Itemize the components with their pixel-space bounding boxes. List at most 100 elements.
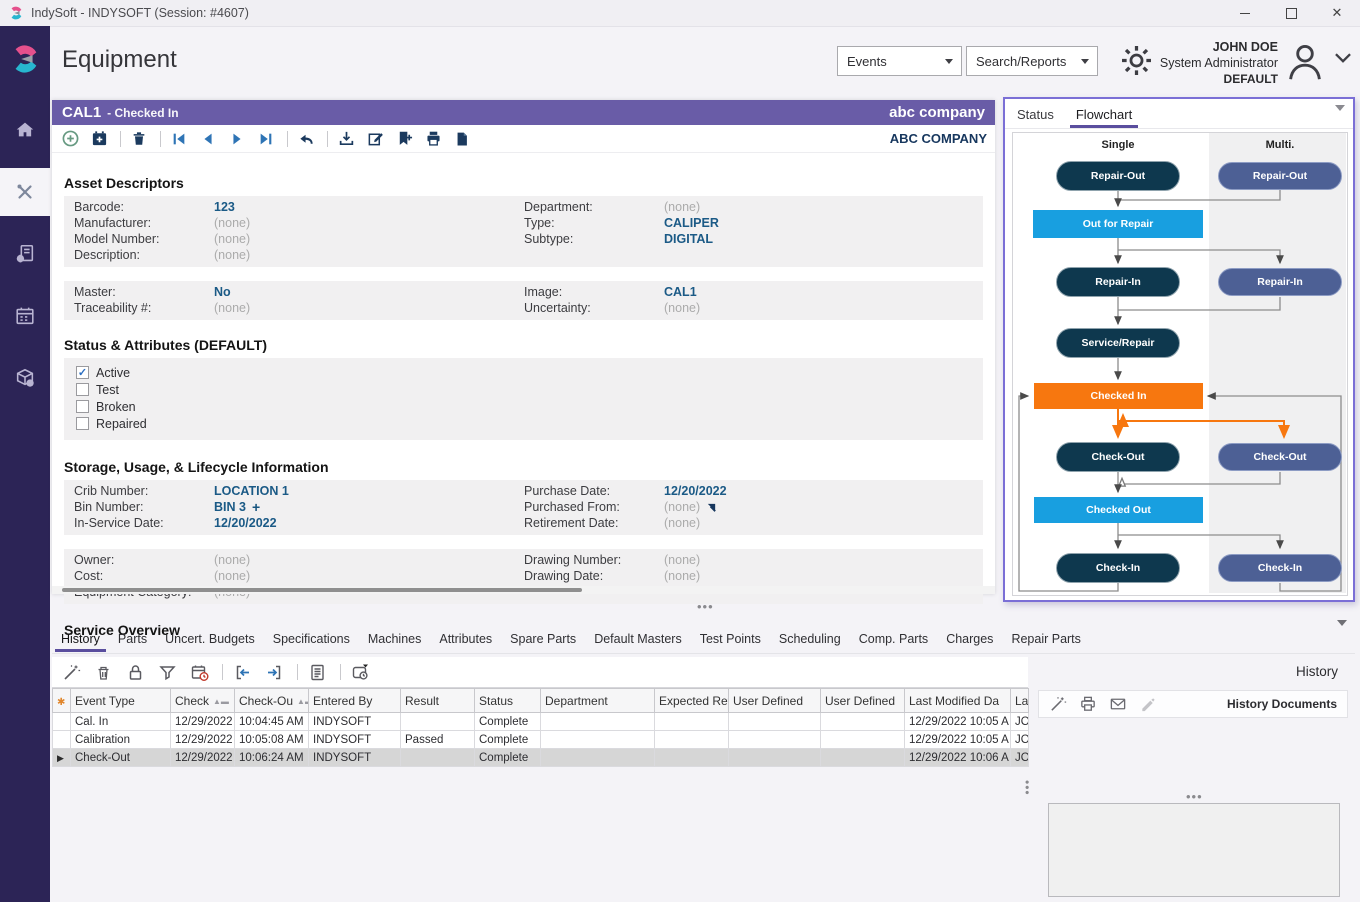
sidebar-item-calendar[interactable] xyxy=(0,292,50,340)
print-button[interactable] xyxy=(423,129,443,149)
calendar-clock-icon[interactable] xyxy=(190,663,209,682)
flow-node-service-repair[interactable]: Service/Repair xyxy=(1056,328,1180,358)
column-header-user-defined[interactable]: User Defined xyxy=(729,689,821,713)
wand-icon[interactable] xyxy=(1049,695,1067,713)
vertical-splitter-handle[interactable]: ••• xyxy=(1025,780,1029,796)
table-cell xyxy=(541,749,655,767)
minimize-button[interactable] xyxy=(1222,0,1268,26)
tab-flowchart[interactable]: Flowchart xyxy=(1076,107,1132,128)
new-document-button[interactable] xyxy=(452,129,472,149)
column-header-entered-by[interactable]: Entered By xyxy=(309,689,401,713)
tab-charges[interactable]: Charges xyxy=(937,630,1002,651)
delete-row-icon[interactable] xyxy=(94,663,113,682)
flow-node-repair-out[interactable]: Repair-Out xyxy=(1056,161,1180,191)
table-row[interactable]: Calibration12/29/202210:05:08 AMINDYSOFT… xyxy=(53,731,1029,749)
table-cell: 12/29/2022 xyxy=(171,731,235,749)
settings-gear-icon[interactable] xyxy=(1118,42,1155,79)
user-info[interactable]: JOHN DOE System Administrator DEFAULT xyxy=(1160,39,1278,87)
tab-attributes[interactable]: Attributes xyxy=(430,630,501,651)
sidebar-item-billing[interactable]: $ xyxy=(0,230,50,278)
column-header-check[interactable]: Check▲▬ xyxy=(171,689,235,713)
schedule-box-icon[interactable] xyxy=(351,663,370,682)
sidebar-item-home[interactable] xyxy=(0,106,50,154)
tab-default-masters[interactable]: Default Masters xyxy=(585,630,691,651)
events-dropdown[interactable]: Events xyxy=(837,46,962,76)
checkbox-test[interactable] xyxy=(76,383,89,396)
horizontal-scrollbar[interactable] xyxy=(52,586,995,594)
wand-icon[interactable] xyxy=(62,663,81,682)
nav-next-button[interactable] xyxy=(227,129,247,149)
column-header-expected-retur[interactable]: Expected Retur xyxy=(655,689,729,713)
checkbox-active[interactable]: ✓ xyxy=(76,366,89,379)
tab-repair-parts[interactable]: Repair Parts xyxy=(1002,630,1089,651)
add-bin-button[interactable]: + xyxy=(252,502,260,512)
tab-spare-parts[interactable]: Spare Parts xyxy=(501,630,585,651)
nav-first-button[interactable] xyxy=(169,129,189,149)
lock-icon[interactable] xyxy=(126,663,145,682)
undo-button[interactable] xyxy=(296,129,316,149)
add-record-button[interactable] xyxy=(60,129,80,149)
import-button[interactable] xyxy=(336,129,356,149)
report-list-icon[interactable] xyxy=(308,663,327,682)
check-out-arrow-icon[interactable] xyxy=(265,663,284,682)
flow-node-checked-out[interactable]: Checked Out xyxy=(1034,497,1203,523)
tab-machines[interactable]: Machines xyxy=(359,630,431,651)
bookmark-add-button[interactable] xyxy=(394,129,414,149)
filter-icon[interactable] xyxy=(158,663,177,682)
print-icon[interactable] xyxy=(1079,695,1097,713)
edit-button[interactable] xyxy=(365,129,385,149)
delete-button[interactable] xyxy=(129,129,149,149)
flow-node-out-for-repair[interactable]: Out for Repair xyxy=(1033,210,1203,238)
bottom-panel-collapse-chevron-icon[interactable] xyxy=(1337,620,1347,626)
flow-node-check-in[interactable]: Check-In xyxy=(1218,554,1342,582)
sidebar-item-equipment[interactable] xyxy=(0,168,50,216)
checkbox-repaired[interactable] xyxy=(76,417,89,430)
tab-specifications[interactable]: Specifications xyxy=(264,630,359,651)
tab-scheduling[interactable]: Scheduling xyxy=(770,630,850,651)
tab-status[interactable]: Status xyxy=(1017,107,1054,128)
field-value: (none) xyxy=(664,301,983,315)
horizontal-splitter-handle[interactable]: ••• xyxy=(697,604,714,610)
flow-node-check-out[interactable]: Check-Out xyxy=(1218,443,1342,471)
column-header-department[interactable]: Department xyxy=(541,689,655,713)
checkbox-broken[interactable] xyxy=(76,400,89,413)
sidebar-item-inventory[interactable]: + xyxy=(0,354,50,402)
scrollbar-thumb[interactable] xyxy=(62,588,582,592)
tab-parts[interactable]: Parts xyxy=(109,630,156,651)
flow-node-repair-in[interactable]: Repair-In xyxy=(1218,268,1342,296)
tab-history[interactable]: History xyxy=(52,630,109,651)
table-row[interactable]: Cal. In12/29/202210:04:45 AMINDYSOFTComp… xyxy=(53,713,1029,731)
column-header-status[interactable]: Status xyxy=(475,689,541,713)
column-header-user-defined[interactable]: User Defined xyxy=(821,689,905,713)
column-header-la[interactable]: La xyxy=(1011,689,1029,713)
column-header-event-type[interactable]: Event Type xyxy=(71,689,171,713)
tab-comp-parts[interactable]: Comp. Parts xyxy=(850,630,937,651)
flow-node-check-in[interactable]: Check-In xyxy=(1056,553,1180,583)
search-reports-dropdown[interactable]: Search/Reports xyxy=(966,46,1098,76)
column-header-result[interactable]: Result xyxy=(401,689,475,713)
table-cell xyxy=(655,713,729,731)
documents-splitter-handle[interactable]: ••• xyxy=(1186,794,1203,800)
nav-last-button[interactable] xyxy=(256,129,276,149)
add-event-button[interactable] xyxy=(89,129,109,149)
close-button[interactable]: ✕ xyxy=(1314,0,1360,26)
flow-node-repair-out[interactable]: Repair-Out xyxy=(1218,162,1342,190)
column-header-marker[interactable]: ✱ xyxy=(53,689,71,713)
tab-test-points[interactable]: Test Points xyxy=(691,630,770,651)
flow-node-repair-in[interactable]: Repair-In xyxy=(1056,267,1180,297)
flow-node-check-out[interactable]: Check-Out xyxy=(1056,442,1180,472)
nav-prev-button[interactable] xyxy=(198,129,218,149)
flow-node-checked-in[interactable]: Checked In xyxy=(1034,383,1203,409)
avatar[interactable] xyxy=(1282,38,1328,84)
column-header-check-ou[interactable]: Check-Ou▲▬ xyxy=(235,689,309,713)
annotate-pen-icon[interactable] xyxy=(1139,695,1157,713)
maximize-button[interactable] xyxy=(1268,0,1314,26)
open-link-icon[interactable] xyxy=(706,502,717,513)
column-header-last-modified-da[interactable]: Last Modified Da xyxy=(905,689,1011,713)
check-in-arrow-icon[interactable] xyxy=(233,663,252,682)
table-row[interactable]: ▶Check-Out12/29/202210:06:24 AMINDYSOFTC… xyxy=(53,749,1029,767)
user-menu-chevron-icon[interactable] xyxy=(1334,52,1352,64)
email-icon[interactable] xyxy=(1109,695,1127,713)
tab-uncert-budgets[interactable]: Uncert. Budgets xyxy=(156,630,264,651)
panel-collapse-chevron-icon[interactable] xyxy=(1335,105,1345,111)
